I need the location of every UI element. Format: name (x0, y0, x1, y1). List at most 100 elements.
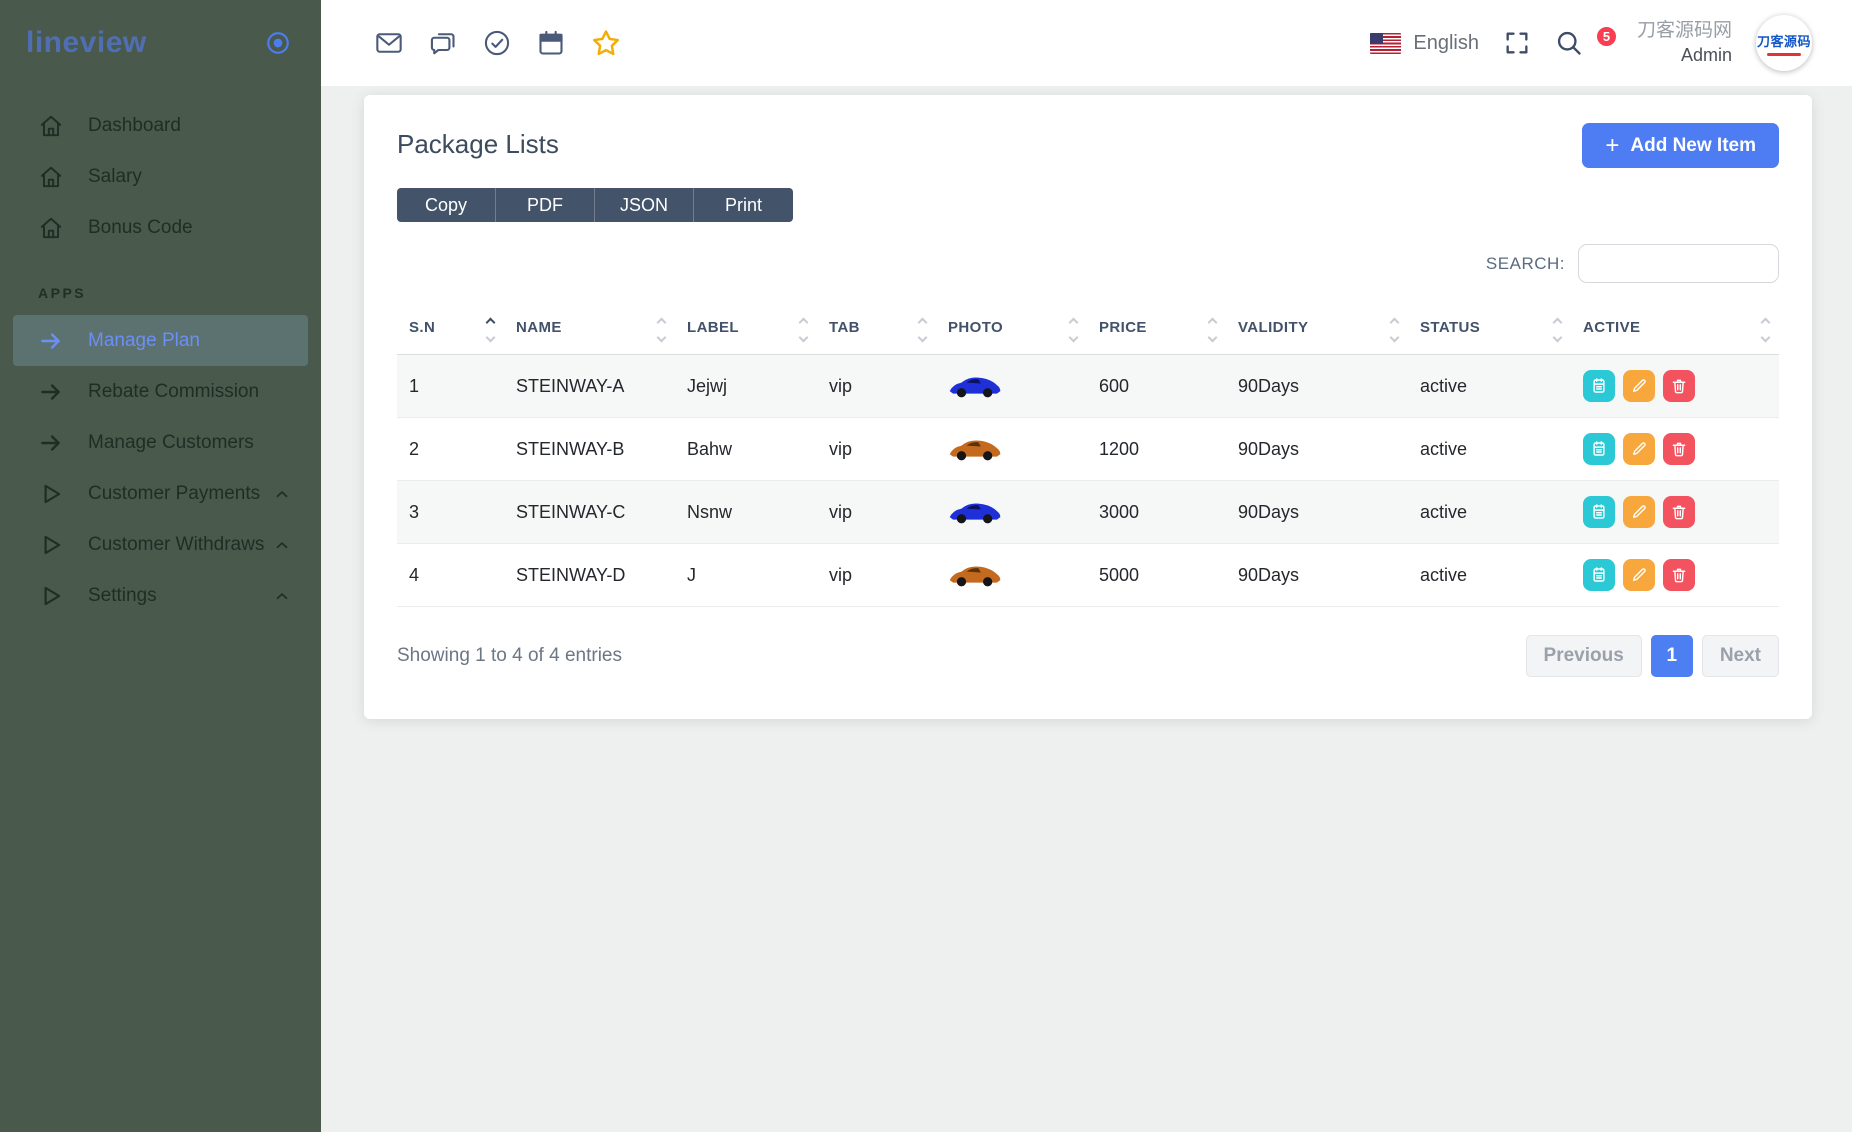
cell-status: active (1408, 481, 1571, 544)
check-circle-icon[interactable] (483, 29, 511, 57)
edit-button[interactable] (1623, 370, 1655, 402)
language-label: English (1413, 32, 1479, 55)
column-header-active[interactable]: ACTIVE (1571, 311, 1779, 355)
cell-label: Nsnw (675, 481, 817, 544)
sort-icons (1554, 319, 1561, 341)
column-header-name[interactable]: NAME (504, 311, 675, 355)
sidebar-item-label: Bonus Code (88, 217, 193, 239)
copy-button[interactable]: Copy (397, 188, 496, 222)
sidebar-item-manage-plan[interactable]: Manage Plan (13, 315, 308, 366)
sidebar-toggle-icon[interactable] (265, 30, 291, 56)
mail-icon[interactable] (375, 29, 403, 57)
sidebar-item-label: Dashboard (88, 115, 181, 137)
cell-tab: vip (817, 544, 936, 607)
user-name: Admin (1637, 44, 1732, 67)
edit-button[interactable] (1623, 559, 1655, 591)
chevron-up-icon (273, 485, 291, 503)
cell-price: 5000 (1087, 544, 1226, 607)
fullscreen-icon[interactable] (1503, 29, 1531, 57)
delete-button[interactable] (1663, 559, 1695, 591)
details-button[interactable] (1583, 496, 1615, 528)
sidebar-item-settings[interactable]: Settings (0, 570, 321, 621)
column-header-status[interactable]: STATUS (1408, 311, 1571, 355)
sidebar-item-dashboard[interactable]: Dashboard (0, 100, 321, 151)
car-photo (948, 499, 1002, 525)
edit-button[interactable] (1623, 496, 1655, 528)
sort-icons (1762, 319, 1769, 341)
star-icon[interactable] (591, 28, 621, 58)
print-button[interactable]: Print (694, 188, 793, 222)
us-flag-icon (1370, 33, 1401, 54)
table-row: 3 STEINWAY-C Nsnw vip 3000 90Days active (397, 481, 1779, 544)
cell-photo (936, 418, 1087, 481)
play-icon (38, 532, 64, 558)
page-number-button[interactable]: 1 (1651, 635, 1693, 677)
cell-validity: 90Days (1226, 418, 1408, 481)
calendar-icon[interactable] (537, 29, 565, 57)
cell-name: STEINWAY-D (504, 544, 675, 607)
topbar-quick-icons (375, 28, 621, 58)
details-button[interactable] (1583, 559, 1615, 591)
cell-status: active (1408, 355, 1571, 418)
cell-actions (1571, 355, 1779, 418)
topbar-right: English 5 刀客源码网 Admin 刀客源码 (1370, 15, 1812, 71)
column-header-validity[interactable]: VALIDITY (1226, 311, 1408, 355)
sidebar-item-customer-payments[interactable]: Customer Payments (0, 468, 321, 519)
play-icon (38, 481, 64, 507)
home-icon (38, 164, 64, 190)
cell-validity: 90Days (1226, 355, 1408, 418)
column-header-photo[interactable]: PHOTO (936, 311, 1087, 355)
avatar[interactable]: 刀客源码 (1756, 15, 1812, 71)
pdf-button[interactable]: PDF (496, 188, 595, 222)
sidebar-item-customer-withdraws[interactable]: Customer Withdraws (0, 519, 321, 570)
search-input[interactable] (1578, 244, 1779, 283)
arrow-right-icon (38, 379, 64, 405)
column-header-tab[interactable]: TAB (817, 311, 936, 355)
cell-sn: 4 (397, 544, 504, 607)
chat-icon[interactable] (429, 29, 457, 57)
column-header-label[interactable]: LABEL (675, 311, 817, 355)
details-button[interactable] (1583, 370, 1615, 402)
sort-icons (1070, 319, 1077, 341)
sidebar-item-bonus-code[interactable]: Bonus Code (0, 202, 321, 253)
card-header: Package Lists + Add New Item (397, 123, 1779, 168)
sidebar-item-label: Rebate Commission (88, 381, 259, 403)
column-header-sn[interactable]: S.N (397, 311, 504, 355)
sidebar-item-salary[interactable]: Salary (0, 151, 321, 202)
next-page-button[interactable]: Next (1702, 635, 1779, 677)
add-new-item-button[interactable]: + Add New Item (1582, 123, 1779, 168)
packages-table: S.N NAME LABEL TAB PHOTO PRICE VALIDITY … (397, 311, 1779, 607)
delete-button[interactable] (1663, 433, 1695, 465)
sidebar-item-manage-customers[interactable]: Manage Customers (0, 417, 321, 468)
home-icon (38, 113, 64, 139)
cell-actions (1571, 544, 1779, 607)
column-header-price[interactable]: PRICE (1087, 311, 1226, 355)
edit-button[interactable] (1623, 433, 1655, 465)
language-selector[interactable]: English (1370, 32, 1479, 55)
delete-button[interactable] (1663, 370, 1695, 402)
sidebar-item-label: Settings (88, 585, 157, 607)
sort-icons (658, 319, 665, 341)
car-photo (948, 373, 1002, 399)
sidebar-item-rebate-commission[interactable]: Rebate Commission (0, 366, 321, 417)
sort-icons (1391, 319, 1398, 341)
cell-price: 3000 (1087, 481, 1226, 544)
previous-page-button[interactable]: Previous (1526, 635, 1642, 677)
delete-button[interactable] (1663, 496, 1695, 528)
search-row: SEARCH: (397, 244, 1779, 283)
chevron-up-icon (273, 536, 291, 554)
user-info: 刀客源码网 Admin (1637, 19, 1732, 67)
cell-label: J (675, 544, 817, 607)
table-row: 2 STEINWAY-B Bahw vip 1200 90Days active (397, 418, 1779, 481)
notification-badge: 5 (1595, 25, 1618, 48)
sidebar-item-label: Customer Withdraws (88, 534, 264, 556)
details-button[interactable] (1583, 433, 1615, 465)
json-button[interactable]: JSON (595, 188, 694, 222)
cell-name: STEINWAY-B (504, 418, 675, 481)
main-area: English 5 刀客源码网 Admin 刀客源码 (321, 0, 1852, 1132)
sort-icons (919, 319, 926, 341)
cell-status: active (1408, 544, 1571, 607)
sidebar: lineview Dashboard Salary Bonus Code APP… (0, 0, 321, 1132)
cell-sn: 1 (397, 355, 504, 418)
search-icon[interactable] (1555, 29, 1583, 57)
